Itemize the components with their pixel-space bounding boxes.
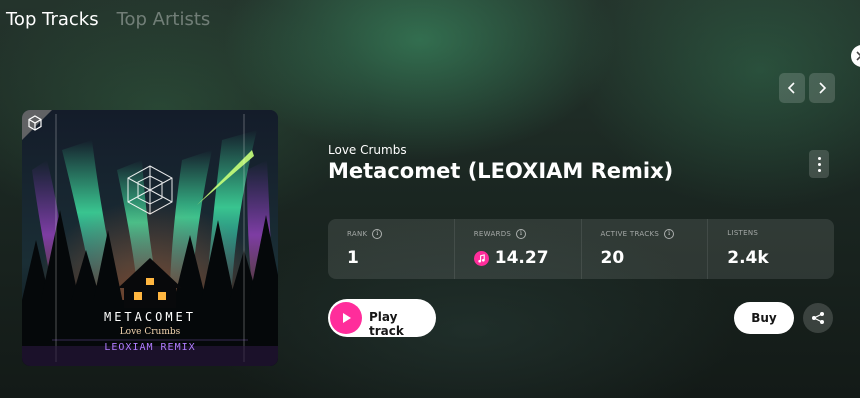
share-icon	[812, 312, 824, 324]
next-button[interactable]	[809, 73, 835, 103]
stat-rewards: REWARDS i 14.27	[455, 219, 582, 279]
chevron-left-icon	[787, 82, 795, 94]
cube-icon	[28, 115, 42, 131]
play-track-button[interactable]: Play track	[328, 299, 436, 338]
stat-value: 20	[600, 248, 625, 268]
track-stats: RANK i 1 REWARDS i 14.27 ACTIVE TRACKS i…	[328, 219, 834, 279]
music-note-icon	[473, 250, 489, 266]
carousel-nav	[779, 73, 805, 103]
info-icon[interactable]: i	[664, 229, 675, 239]
stat-listens: LISTENS 2.4k	[708, 219, 834, 279]
share-button[interactable]	[803, 303, 833, 333]
stat-label: RANK	[347, 230, 368, 238]
top-charts-panel: Top Tracks Top Artists METACOMET Love Cr…	[0, 0, 860, 398]
stat-label: ACTIVE TRACKS	[600, 230, 660, 238]
stat-rank: RANK i 1	[328, 219, 455, 279]
tab-top-artists[interactable]: Top Artists	[117, 9, 211, 30]
stat-label: LISTENS	[727, 229, 759, 237]
stat-active-tracks: ACTIVE TRACKS i 20	[582, 219, 709, 279]
stat-label: REWARDS	[473, 230, 512, 238]
info-icon[interactable]: i	[372, 229, 383, 239]
previous-button[interactable]	[779, 73, 805, 103]
stat-value: 2.4k	[727, 248, 769, 268]
info-icon[interactable]: i	[516, 229, 527, 239]
stat-value: 1	[347, 248, 359, 268]
album-cover[interactable]: METACOMET Love Crumbs LEOXIAM REMIX	[22, 110, 278, 366]
chevron-right-icon	[819, 82, 827, 94]
cover-title-text: METACOMET	[103, 310, 197, 324]
tab-bar: Top Tracks Top Artists	[6, 9, 210, 30]
play-track-label: Play track	[369, 310, 404, 338]
tab-top-tracks[interactable]: Top Tracks	[6, 9, 99, 30]
cover-remix-text: LEOXIAM REMIX	[104, 342, 196, 353]
more-vertical-icon	[817, 156, 821, 160]
carousel-nav-next	[809, 73, 835, 103]
buy-button[interactable]: Buy	[734, 302, 794, 334]
artist-name[interactable]: Love Crumbs	[328, 143, 407, 157]
more-options-button[interactable]	[809, 150, 829, 178]
play-icon	[330, 302, 362, 334]
stat-value: 14.27	[494, 248, 549, 268]
chevron-right-icon	[856, 51, 860, 61]
cover-subtitle-text: Love Crumbs	[119, 327, 181, 337]
track-title[interactable]: Metacomet (LEOXIAM Remix)	[328, 159, 673, 183]
